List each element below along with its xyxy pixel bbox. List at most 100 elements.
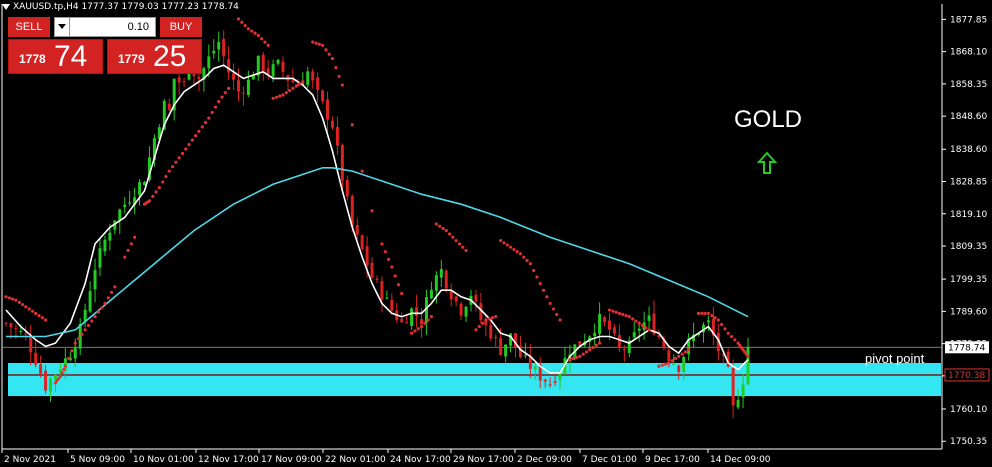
candle-body [731,368,735,406]
sar-dot [129,242,133,246]
sar-dot [733,338,737,342]
sar-dot [631,317,635,321]
candle-body [108,232,112,241]
sar-dot [57,376,61,380]
buy-price-box[interactable]: 1779 25 [107,39,202,74]
sar-dot [109,290,114,294]
sar-dot [723,327,727,331]
candle-body [241,92,245,94]
candle-body [321,90,325,101]
sar-dot [660,363,664,367]
sar-dot [151,194,155,198]
sar-dot [548,301,552,306]
candle-body [548,384,552,386]
lot-size-field[interactable]: 0.10 [54,17,156,37]
sar-dot [607,308,612,312]
sar-dot [30,309,35,313]
sar-dot [393,274,397,278]
x-tick-label: 10 Nov 01:00 [133,455,194,465]
candle-body [415,307,419,316]
lot-divider [69,18,70,36]
sar-dot [413,329,417,333]
sell-price-box[interactable]: 1778 74 [8,39,103,74]
sar-dot [545,295,549,299]
candle-body [73,347,77,359]
sar-dot [617,311,621,315]
candle-body [182,81,186,83]
candle-body [429,289,433,299]
sar-dot [171,164,175,169]
sar-dot [451,235,455,239]
fast-ma-line [5,64,749,374]
sar-dot [203,120,208,125]
sar-dot [480,321,485,325]
candle-body [281,61,285,73]
sar-dot [284,91,288,95]
y-tick-label: 1809.35 [950,242,987,252]
candle-body [608,320,611,330]
sar-dot [627,315,631,319]
candle-body [345,179,349,197]
buy-price-big: 25 [153,40,187,73]
sar-dot [256,33,260,38]
sar-dot [266,43,270,47]
sar-dot [423,321,427,325]
candle-body [375,278,379,281]
current-price-label: 1778.74 [948,343,985,353]
sar-dot [207,116,211,120]
sar-dot [146,200,150,204]
sar-dot [123,255,127,259]
lot-value[interactable]: 0.10 [128,18,149,36]
sar-dot [4,295,8,299]
sar-dot [330,56,335,61]
candle-body [24,333,28,335]
candle-body [222,38,226,57]
sar-dot [542,288,546,292]
y-tick-label: 1799.35 [950,275,987,285]
y-tick-label: 1848.60 [950,112,987,122]
sar-dot [594,343,598,347]
sar-dot [60,371,64,375]
sar-dot [677,354,681,358]
sar-dot [525,258,529,263]
x-tick-label: 2 Nov 2021 [4,455,56,465]
sar-dot [710,313,714,318]
chevron-down-icon[interactable] [58,24,66,29]
candle-body [167,103,171,110]
sar-dot [484,318,488,322]
sar-dot [551,307,556,311]
collapse-triangle-icon[interactable] [2,3,10,10]
y-tick-label: 1828.85 [950,178,987,188]
sar-dot [706,311,711,315]
sar-dot [126,248,130,252]
sar-dot [133,235,137,239]
y-tick-label: 1838.60 [950,145,987,155]
candle-body [44,370,48,391]
sar-dot [271,96,275,100]
sell-button[interactable]: SELL [8,17,50,37]
sar-dot [14,298,18,302]
candle-body [380,281,384,300]
candle-body [434,275,438,291]
candle-body [370,262,374,278]
sar-dot [278,94,282,98]
sar-dot [438,224,442,228]
sar-dot [73,341,77,345]
sar-dot [611,309,615,313]
sar-dot [24,305,28,309]
candle-body [553,381,557,383]
sar-dot [696,311,701,315]
sar-dot [518,252,523,256]
sar-dot [334,65,338,70]
sar-dot [448,232,452,236]
candle-body [667,350,671,362]
sar-dot [454,238,458,243]
sar-dot [637,321,641,325]
candle-body [207,56,211,69]
sar-dot [621,312,625,317]
y-tick-label: 1789.60 [950,307,987,317]
sar-dot [574,355,579,360]
sar-dot [568,358,572,362]
sar-dot [558,318,562,322]
buy-button[interactable]: BUY [160,17,202,37]
